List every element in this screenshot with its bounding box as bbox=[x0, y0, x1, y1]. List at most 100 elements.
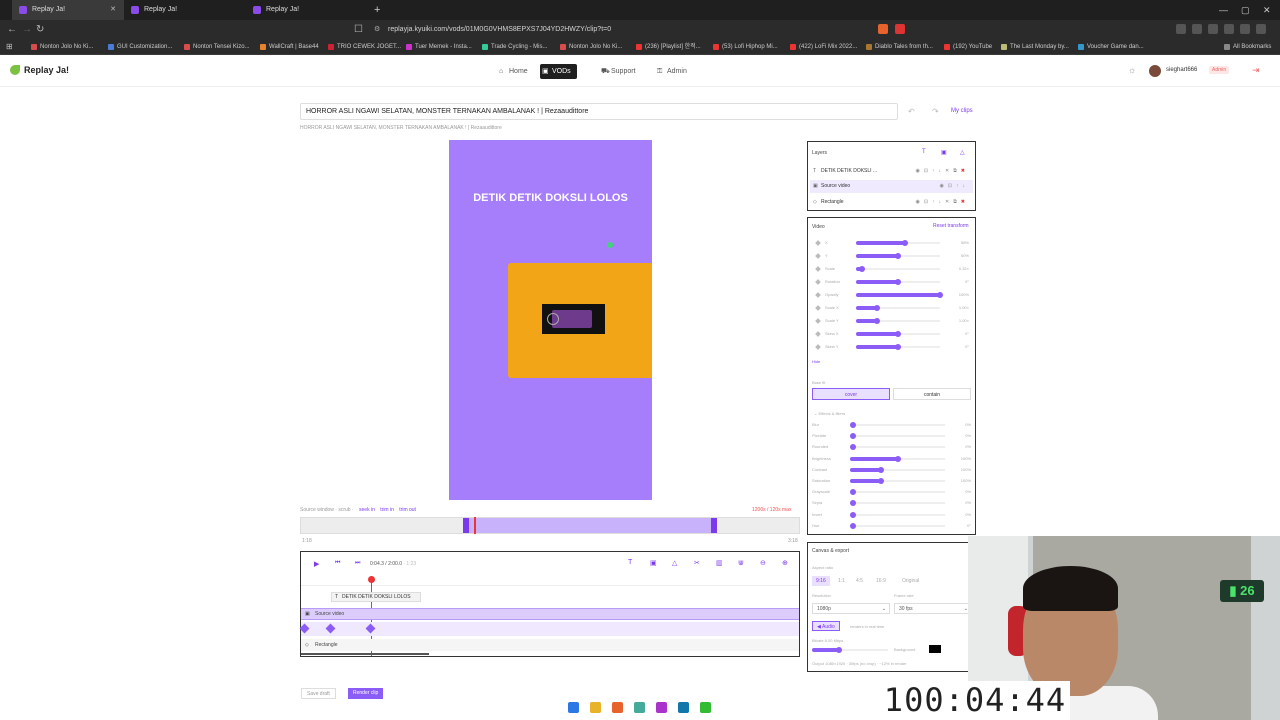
audio-toggle[interactable]: ◀ Audio bbox=[812, 621, 840, 631]
layer-item-rectangle[interactable]: ◇ Rectangle ◉⊡↑↓✕⧉✖ bbox=[810, 196, 973, 209]
brave-icon[interactable] bbox=[612, 702, 623, 713]
zoom-out-icon[interactable]: ⊖ bbox=[760, 559, 766, 567]
source-video-layer[interactable] bbox=[542, 304, 605, 334]
layer-actions[interactable]: ◉⊡↑↓✕⧉✖ bbox=[915, 165, 969, 178]
resolution-select[interactable]: 1080p ⌄ bbox=[812, 603, 890, 614]
nav-support[interactable]: ⛟ Support bbox=[599, 64, 636, 79]
brave-shield-icon[interactable] bbox=[878, 24, 888, 34]
slider-opacity[interactable]: Opacity 100% bbox=[810, 290, 973, 300]
source-playhead[interactable] bbox=[474, 517, 476, 534]
site-info-icon[interactable]: ⚙ bbox=[374, 23, 380, 37]
bookmark-item[interactable]: WallCraft | Base44 bbox=[260, 40, 319, 54]
track-source-video[interactable]: ▣ Source video bbox=[301, 608, 799, 620]
file-explorer-icon[interactable] bbox=[590, 702, 601, 713]
aspect-1-1[interactable]: 1:1 bbox=[834, 576, 849, 586]
play-button[interactable]: ▶ bbox=[314, 560, 319, 568]
brand-logo[interactable]: Replay Ja! bbox=[10, 65, 69, 75]
effects-toggle[interactable]: ⌄ Effects & filters bbox=[814, 411, 845, 416]
bookmark-item[interactable]: The Last Monday by... bbox=[1001, 40, 1069, 54]
chrome-icon[interactable] bbox=[634, 702, 645, 713]
close-tab-icon[interactable]: ✕ bbox=[110, 0, 116, 20]
add-image-icon[interactable]: ▣ bbox=[650, 559, 657, 567]
bitrate-slider[interactable] bbox=[812, 647, 888, 653]
aspect-9-16[interactable]: 9:16 bbox=[812, 576, 830, 586]
seek-in-link[interactable]: seek in bbox=[359, 507, 375, 513]
trim-out-link[interactable]: trim out bbox=[399, 507, 416, 513]
effect-pixelate[interactable]: Pixelate 0% bbox=[810, 431, 973, 441]
effect-brightness[interactable]: Brightness 100% bbox=[810, 454, 973, 464]
avatar[interactable] bbox=[1149, 65, 1161, 77]
keyframe-icon[interactable] bbox=[815, 318, 821, 324]
magnet-icon[interactable]: ⋓ bbox=[738, 559, 744, 567]
keyframe-icon[interactable] bbox=[815, 344, 821, 350]
zoom-in-icon[interactable]: ⊕ bbox=[782, 559, 788, 567]
my-clips-link[interactable]: My clips bbox=[951, 108, 973, 114]
keyframe-icon[interactable] bbox=[815, 331, 821, 337]
browser-tab-3[interactable]: Replay Ja! bbox=[246, 0, 368, 20]
skip-forward-button[interactable]: ⏭ bbox=[355, 560, 360, 567]
edge-icon[interactable] bbox=[678, 702, 689, 713]
rotate-handle[interactable] bbox=[607, 242, 613, 248]
extension-icon[interactable] bbox=[1208, 24, 1218, 34]
keyframe-marker[interactable] bbox=[299, 623, 310, 634]
extension-icon[interactable] bbox=[1240, 24, 1250, 34]
bookmark-item[interactable]: Tuer Memek - Insta... bbox=[406, 40, 472, 54]
bookmark-item[interactable]: GUI Customization... bbox=[108, 40, 172, 54]
keyframe-icon[interactable] bbox=[815, 266, 821, 272]
layer-item-text[interactable]: T DETIK DETIK DOKSLI ... ◉⊡↑↓✕⧉✖ bbox=[810, 165, 973, 178]
slider-skew-y[interactable]: Skew Y 0° bbox=[810, 342, 973, 352]
effect-sepia[interactable]: Sepia 0% bbox=[810, 498, 973, 508]
extension-icon[interactable] bbox=[1224, 24, 1234, 34]
effect-invert[interactable]: Invert 0% bbox=[810, 510, 973, 520]
logout-icon[interactable]: ⇥ bbox=[1252, 65, 1260, 76]
menu-icon[interactable] bbox=[1256, 24, 1266, 34]
minimize-icon[interactable]: — bbox=[1219, 0, 1228, 20]
reset-transform-link[interactable]: Reset transform bbox=[933, 223, 969, 229]
slider-y[interactable]: Y 50% bbox=[810, 251, 973, 261]
close-window-icon[interactable]: ✕ bbox=[1263, 0, 1271, 20]
slider-scale-y[interactable]: Scale Y 1.00× bbox=[810, 316, 973, 326]
bookmark-item[interactable]: Nonton Jolo No Ki... bbox=[560, 40, 622, 54]
clip-title-input[interactable]: HORROR ASLI NGAWI SELATAN, MONSTER TERNA… bbox=[300, 103, 898, 120]
track-text-clip[interactable]: T DETIK DETIK DOKSLI LOLOS bbox=[331, 592, 421, 602]
keyframe-icon[interactable] bbox=[815, 292, 821, 298]
bookmark-item[interactable]: (422) LoFi Mix 2022... bbox=[790, 40, 857, 54]
effect-saturation[interactable]: Saturation 100% bbox=[810, 476, 973, 486]
aspect-16-9[interactable]: 16:9 bbox=[872, 576, 890, 586]
add-shape-icon[interactable]: △ bbox=[672, 559, 677, 567]
layer-actions[interactable]: ◉⊡↑↓✕⧉✖ bbox=[915, 196, 969, 209]
nav-vods[interactable]: ▣ VODs bbox=[540, 64, 577, 79]
bookmark-item[interactable]: Voucher Game dan... bbox=[1078, 40, 1144, 54]
timeline-scrollbar[interactable] bbox=[301, 653, 429, 655]
keyframe-icon[interactable] bbox=[815, 253, 821, 259]
slider-skew-x[interactable]: Skew X 0° bbox=[810, 329, 973, 339]
split-icon[interactable]: ✂ bbox=[694, 559, 700, 567]
keyframe-icon[interactable] bbox=[815, 279, 821, 285]
render-button[interactable]: Render clip bbox=[348, 688, 384, 699]
canvas-preview[interactable]: DETIK DETIK DOKSLI LOLOS bbox=[449, 140, 652, 500]
url-field[interactable]: ⚙ replayja.kyuiki.com/vods/01M0G0VHMS8EP… bbox=[366, 23, 910, 37]
overlay-text-layer[interactable]: DETIK DETIK DOKSLI LOLOS bbox=[449, 192, 652, 204]
slider-scale[interactable]: Scale 0.32× bbox=[810, 264, 973, 274]
align-icon[interactable]: ▥ bbox=[716, 559, 723, 567]
bookmark-item[interactable]: Nonton Tensei Kizo... bbox=[184, 40, 250, 54]
nav-home[interactable]: ⌂ Home bbox=[497, 64, 528, 79]
slider-rotation[interactable]: Rotation 0° bbox=[810, 277, 973, 287]
keyframe-marker[interactable] bbox=[325, 623, 336, 634]
layer-item-source-video[interactable]: ▣ Source video ◉⊡↑↓ bbox=[810, 180, 973, 193]
effect-hue[interactable]: Hue 0° bbox=[810, 521, 973, 531]
keyframe-marker[interactable] bbox=[365, 623, 376, 634]
nav-admin[interactable]: ⚿ Admin bbox=[655, 64, 687, 79]
undo-icon[interactable]: ↶ bbox=[908, 107, 915, 116]
fit-cover-button[interactable]: cover bbox=[812, 388, 890, 400]
theme-toggle-icon[interactable]: ☼ bbox=[1128, 65, 1136, 75]
apps-icon[interactable]: ⊞ bbox=[6, 37, 13, 57]
bookmark-item[interactable]: (236) [Playlist] 한적... bbox=[636, 40, 701, 54]
add-shape-layer-icon[interactable]: △ bbox=[960, 149, 965, 156]
bookmark-item[interactable]: Trade Cycling - Mis... bbox=[482, 40, 547, 54]
add-text-icon[interactable]: T bbox=[628, 559, 632, 566]
framerate-select[interactable]: 30 fps ⌄ bbox=[894, 603, 972, 614]
add-text-layer-icon[interactable]: T bbox=[922, 149, 926, 155]
source-scrubber[interactable] bbox=[300, 517, 800, 534]
layer-actions[interactable]: ◉⊡↑↓ bbox=[939, 180, 969, 193]
